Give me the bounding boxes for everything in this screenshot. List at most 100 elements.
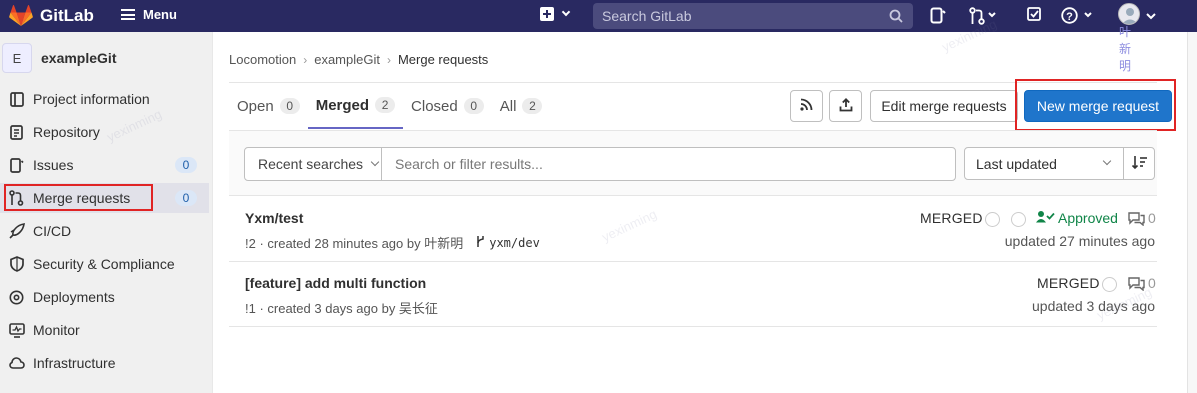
gitlab-home-link[interactable]: GitLab: [9, 5, 94, 27]
plus-square-icon: [540, 7, 554, 21]
sidebar-item-label: Monitor: [33, 322, 80, 338]
sidebar-item-repository[interactable]: Repository: [0, 117, 209, 147]
tab-merged[interactable]: Merged 2: [307, 83, 404, 129]
sidebar-item-ci-cd[interactable]: CI/CD: [0, 216, 209, 246]
comment-icon: [1128, 211, 1145, 226]
branch-name: yxm/dev: [489, 235, 540, 250]
rss-feed-button[interactable]: [790, 90, 823, 122]
top-navbar: GitLab Menu Search GitLab ?: [0, 0, 1197, 32]
search-placeholder: Search GitLab: [602, 8, 692, 24]
merge-request-title[interactable]: Yxm/test: [245, 210, 303, 226]
document-icon: [8, 124, 25, 140]
new-button-highlight-box: [1015, 79, 1176, 131]
sort-dropdown[interactable]: Last updated: [964, 147, 1124, 180]
user-menu-chevron-icon[interactable]: [1145, 9, 1157, 25]
merge-status-label: MERGED: [1037, 275, 1100, 291]
search-gitlab-input[interactable]: Search GitLab: [593, 3, 913, 29]
menu-button[interactable]: Menu: [121, 7, 177, 22]
user-avatar[interactable]: [1118, 3, 1140, 25]
help-nav-icon[interactable]: ?: [1061, 7, 1097, 28]
merge-requests-nav-icon[interactable]: [969, 7, 997, 28]
tab-count-badge: 0: [279, 98, 300, 114]
deployments-icon: [8, 289, 25, 305]
sort-direction-button[interactable]: [1123, 147, 1155, 180]
approved-status: Approved: [1036, 210, 1118, 226]
merge-request-row: Yxm/test !2 · created 28 minutes ago by …: [229, 197, 1157, 262]
approved-user-check-icon: [1036, 210, 1055, 226]
merge-request-state-tabs: Open 0 Merged 2 Closed 0 All 2: [229, 83, 550, 129]
merge-request-info: !2 · created 28 minutes ago by 叶新明: [245, 236, 464, 251]
sidebar-item-label: Project information: [33, 91, 150, 107]
pipeline-status-icon: [1102, 277, 1117, 292]
sidebar-item-infrastructure[interactable]: Infrastructure: [0, 348, 209, 378]
chevron-down-icon: [1102, 156, 1112, 166]
issues-icon: [8, 157, 25, 173]
sidebar-item-label: Issues: [33, 157, 74, 173]
comments-count[interactable]: 0: [1128, 275, 1156, 291]
project-link[interactable]: E exampleGit: [2, 43, 116, 73]
issues-nav-icon[interactable]: [930, 7, 946, 27]
tab-label: All: [499, 97, 517, 115]
branch-icon: [476, 235, 485, 250]
search-icon: [889, 9, 903, 26]
sidebar-item-label: Security & Compliance: [33, 256, 175, 272]
comment-icon: [1128, 276, 1145, 291]
sidebar-item-label: CI/CD: [33, 223, 72, 239]
tab-count-badge: 2: [375, 97, 396, 113]
merge-request-info: !1 · created 3 days ago by 吴长征: [245, 301, 438, 316]
brand-name: GitLab: [40, 6, 94, 25]
cloud-icon: [8, 355, 25, 371]
chevron-right-icon: ›: [386, 52, 391, 67]
todos-nav-icon[interactable]: [1027, 7, 1042, 25]
rss-icon: [800, 98, 813, 114]
updated-time: updated 27 minutes ago: [1004, 233, 1155, 249]
info-icon: [8, 91, 25, 107]
filter-search-input[interactable]: Search or filter results...: [381, 147, 956, 181]
project-name: exampleGit: [41, 50, 117, 66]
sidebar-item-monitor[interactable]: Monitor: [0, 315, 209, 345]
sidebar-item-project-information[interactable]: Project information: [0, 84, 209, 114]
sidebar-item-security-compliance[interactable]: Security & Compliance: [0, 249, 209, 279]
merge-status-label: MERGED: [920, 210, 983, 226]
merge-request-meta: !2 · created 28 minutes ago by 叶新明 yxm/d…: [245, 233, 540, 252]
project-avatar: E: [2, 43, 32, 73]
merge-requests-count-badge: 0: [175, 190, 197, 206]
updated-time: updated 3 days ago: [1032, 298, 1155, 314]
approved-label: Approved: [1058, 210, 1118, 226]
vertical-scrollbar[interactable]: [1187, 32, 1197, 393]
tab-all[interactable]: All 2: [492, 83, 551, 129]
sort-label: Last updated: [976, 155, 1057, 172]
menu-label: Menu: [143, 7, 177, 22]
chevron-right-icon: ›: [303, 52, 308, 67]
hamburger-icon: [121, 9, 135, 20]
merge-request-title[interactable]: [feature] add multi function: [245, 275, 426, 291]
sidebar-item-label: Repository: [33, 124, 100, 140]
button-label: Edit merge requests: [881, 98, 1007, 114]
target-branch[interactable]: yxm/dev: [476, 235, 540, 250]
tab-count-badge: 2: [522, 98, 543, 114]
tab-label: Closed: [411, 97, 458, 115]
recent-searches-label: Recent searches: [258, 156, 364, 172]
sort-lowest-icon: [1131, 155, 1148, 173]
breadcrumb-item-group[interactable]: Locomotion: [229, 52, 296, 67]
sidebar-item-label: Deployments: [33, 289, 115, 305]
sidebar-item-deployments[interactable]: Deployments: [0, 282, 209, 312]
sidebar-item-issues[interactable]: Issues 0: [0, 150, 209, 180]
edit-merge-requests-button[interactable]: Edit merge requests: [870, 90, 1018, 122]
recent-searches-dropdown[interactable]: Recent searches: [244, 147, 382, 181]
breadcrumb-item-current[interactable]: Merge requests: [398, 52, 488, 67]
create-new-dropdown[interactable]: [540, 7, 571, 21]
tab-count-badge: 0: [463, 98, 484, 114]
svg-text:?: ?: [1066, 11, 1073, 23]
export-button[interactable]: [829, 90, 862, 122]
approver-avatar: [1011, 212, 1026, 227]
rocket-icon: [8, 223, 25, 239]
breadcrumb-item-project[interactable]: exampleGit: [314, 52, 380, 67]
comments-count[interactable]: 0: [1128, 210, 1156, 226]
tab-open[interactable]: Open 0: [229, 83, 308, 129]
merge-request-meta: !1 · created 3 days ago by 吴长征: [245, 298, 438, 317]
monitor-icon: [8, 322, 25, 338]
merge-request-row: [feature] add multi function !1 · create…: [229, 262, 1157, 327]
sidebar: E exampleGit Project information Reposit…: [0, 32, 213, 393]
tab-closed[interactable]: Closed 0: [403, 83, 492, 129]
